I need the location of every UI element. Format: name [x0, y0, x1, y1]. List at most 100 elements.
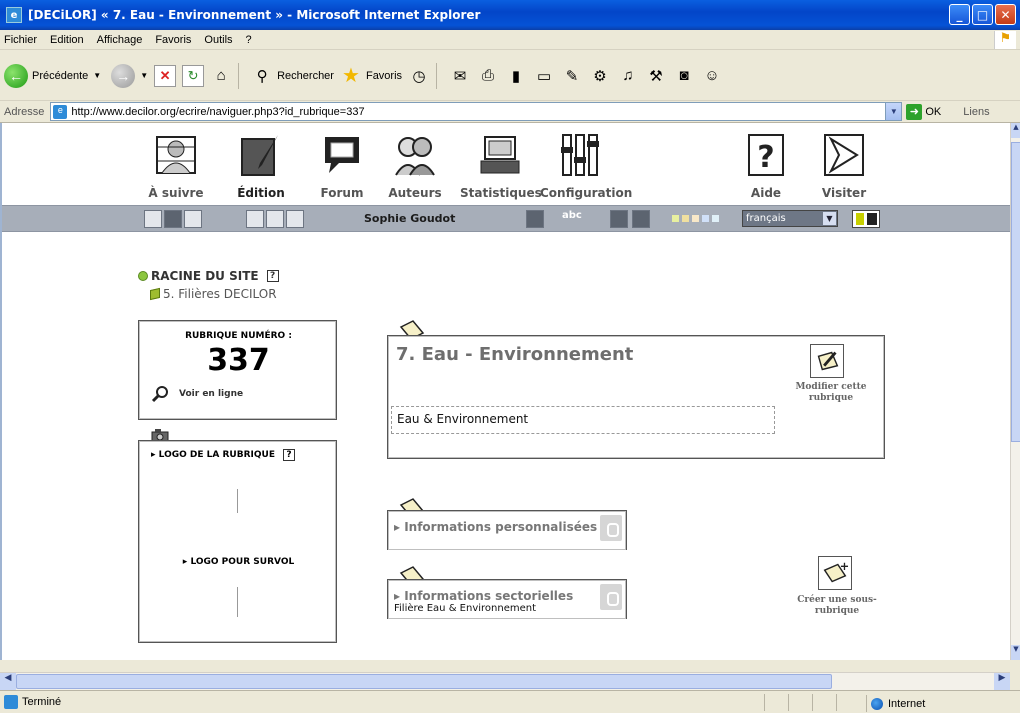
- breadcrumb-root-label[interactable]: RACINE DU SITE: [151, 269, 259, 283]
- scroll-left-icon[interactable]: ◀: [0, 673, 16, 690]
- scroll-up-icon[interactable]: ▲: [1011, 123, 1020, 138]
- horizontal-scrollbar[interactable]: ◀ ▶: [0, 672, 1010, 690]
- discuss-icon[interactable]: ▭: [533, 65, 555, 87]
- menu-edition[interactable]: Edition: [50, 34, 84, 46]
- refresh-icon[interactable]: ↻: [182, 64, 205, 87]
- hover-logo-toggle[interactable]: ▸ LOGO POUR SURVOL: [139, 557, 338, 567]
- eye-tool-icon[interactable]: [286, 210, 304, 228]
- print-icon[interactable]: ⎙: [477, 65, 499, 87]
- home-tool-icon[interactable]: [144, 210, 162, 228]
- info-personal-panel[interactable]: ▸ Informations personnalisées: [387, 510, 627, 550]
- nav-label: Édition: [237, 186, 285, 200]
- color-swatch-icon[interactable]: [712, 215, 719, 222]
- menu-affichage[interactable]: Affichage: [97, 34, 143, 46]
- info-personal-title[interactable]: ▸ Informations personnalisées: [394, 520, 597, 534]
- back-dropdown-icon[interactable]: ▼: [93, 71, 101, 80]
- nav-configuration[interactable]: Configuration: [540, 133, 632, 200]
- logo-help-button[interactable]: ?: [282, 449, 295, 461]
- cursor-tool-icon[interactable]: [164, 210, 182, 228]
- address-dropdown-icon[interactable]: ▼: [885, 103, 902, 120]
- horizontal-scroll-thumb[interactable]: [16, 674, 832, 689]
- chevron-down-icon[interactable]: ▼: [823, 212, 836, 225]
- back-button[interactable]: Précédente: [32, 70, 88, 82]
- nav-statistiques[interactable]: Statistiques: [460, 133, 542, 200]
- agenda-tool-icon[interactable]: [246, 210, 264, 228]
- mail-icon[interactable]: ✉: [449, 65, 471, 87]
- search-icon[interactable]: ⚲: [251, 65, 273, 87]
- menu-help[interactable]: ?: [246, 34, 252, 46]
- layout-toggle-icon[interactable]: [852, 210, 880, 228]
- media-icon[interactable]: ♫: [617, 65, 639, 87]
- favorites-button[interactable]: Favoris: [366, 70, 402, 82]
- breadcrumb-section-label[interactable]: 5. Filières DECILOR: [163, 287, 277, 301]
- info-personal-label[interactable]: Informations personnalisées: [404, 520, 597, 534]
- spellcheck-icon[interactable]: abc: [562, 210, 582, 221]
- stop-icon[interactable]: ✕: [154, 64, 177, 87]
- menu-favoris[interactable]: Favoris: [155, 34, 191, 46]
- forward-icon[interactable]: →: [111, 63, 136, 88]
- search-tool-icon[interactable]: [184, 210, 202, 228]
- color-swatch-icon[interactable]: [672, 215, 679, 222]
- address-label: Adresse: [4, 105, 45, 118]
- address-field[interactable]: e http://www.decilor.org/ecrire/naviguer…: [50, 102, 903, 121]
- settings-tool-icon[interactable]: [610, 210, 628, 228]
- info-sector-label[interactable]: Informations sectorielles: [404, 589, 573, 603]
- logo-label[interactable]: LOGO DE LA RUBRIQUE: [159, 450, 275, 460]
- home-icon[interactable]: ⌂: [210, 65, 232, 87]
- info-sector-title[interactable]: ▸ Informations sectorielles: [394, 589, 573, 603]
- logo-toggle[interactable]: ▸ LOGO DE LA RUBRIQUE ?: [151, 449, 295, 461]
- edit-icon[interactable]: ▮: [505, 65, 527, 87]
- rubrique-number-label: RUBRIQUE NUMÉRO :: [185, 331, 292, 341]
- language-select[interactable]: français ▼: [742, 210, 838, 227]
- modify-rubrique-button[interactable]: [810, 344, 844, 378]
- vertical-scroll-thumb[interactable]: [1011, 142, 1020, 442]
- address-url[interactable]: http://www.decilor.org/ecrire/naviguer.p…: [71, 106, 364, 118]
- nav-aide[interactable]: ? Aide: [726, 133, 806, 200]
- back-icon[interactable]: ←: [4, 63, 28, 88]
- security-zone[interactable]: Internet: [866, 695, 925, 712]
- hover-logo-label[interactable]: LOGO POUR SURVOL: [190, 557, 294, 567]
- breadcrumb-root[interactable]: RACINE DU SITE ?: [138, 269, 279, 283]
- close-button[interactable]: ✕: [995, 4, 1016, 25]
- forward-dropdown-icon[interactable]: ▼: [140, 71, 148, 80]
- camera-icon[interactable]: ◙: [673, 65, 695, 87]
- section-icon: [150, 287, 160, 301]
- vertical-scrollbar[interactable]: ▲ ▼: [1010, 123, 1020, 660]
- minimize-button[interactable]: _: [949, 4, 970, 25]
- users-icon[interactable]: ☺: [701, 65, 723, 87]
- sparkle-tool-icon[interactable]: [526, 210, 544, 228]
- menu-fichier[interactable]: Fichier: [4, 34, 37, 46]
- modify-rubrique-label[interactable]: Modifier cette rubrique: [786, 382, 876, 404]
- links-button[interactable]: Liens: [963, 106, 989, 118]
- color-swatch-icon[interactable]: [682, 215, 689, 222]
- color-swatch-icon[interactable]: [702, 215, 709, 222]
- window-tool-icon[interactable]: [632, 210, 650, 228]
- nav-edition[interactable]: Édition: [221, 133, 301, 200]
- info-sector-panel[interactable]: ▸ Informations sectorielles Filière Eau …: [387, 579, 627, 619]
- mail-tool-icon[interactable]: [266, 210, 284, 228]
- toolbar: ← Précédente ▼ → ▼ ✕ ↻ ⌂ ⚲ Rechercher ★ …: [0, 51, 1020, 101]
- help-button[interactable]: ?: [266, 270, 279, 282]
- messenger-icon[interactable]: ✎: [561, 65, 583, 87]
- menu-outils[interactable]: Outils: [204, 34, 232, 46]
- color-swatch-icon[interactable]: [692, 215, 699, 222]
- scroll-right-icon[interactable]: ▶: [994, 673, 1010, 690]
- search-button[interactable]: Rechercher: [277, 70, 334, 82]
- view-online-label[interactable]: Voir en ligne: [179, 389, 243, 399]
- tools-icon[interactable]: ⚒: [645, 65, 667, 87]
- nav-visiter[interactable]: Visiter: [804, 133, 884, 200]
- scroll-down-icon[interactable]: ▼: [1011, 645, 1020, 660]
- nav-forum[interactable]: Forum: [302, 133, 382, 200]
- research-icon[interactable]: ⚙: [589, 65, 611, 87]
- breadcrumb-section[interactable]: 5. Filières DECILOR: [150, 287, 277, 301]
- create-subrubrique-label[interactable]: Créer une sous-rubrique: [782, 595, 892, 617]
- nav-auteurs[interactable]: Auteurs: [375, 133, 455, 200]
- current-user[interactable]: Sophie Goudot: [364, 212, 455, 225]
- create-subrubrique-button[interactable]: +: [818, 556, 852, 590]
- maximize-button[interactable]: □: [972, 4, 993, 25]
- history-icon[interactable]: ◷: [408, 65, 430, 87]
- nav-a-suivre[interactable]: À suivre: [136, 133, 216, 200]
- view-online-link[interactable]: Voir en ligne: [151, 385, 243, 403]
- favorites-icon[interactable]: ★: [340, 65, 362, 87]
- go-button[interactable]: ➜ OK: [906, 103, 941, 120]
